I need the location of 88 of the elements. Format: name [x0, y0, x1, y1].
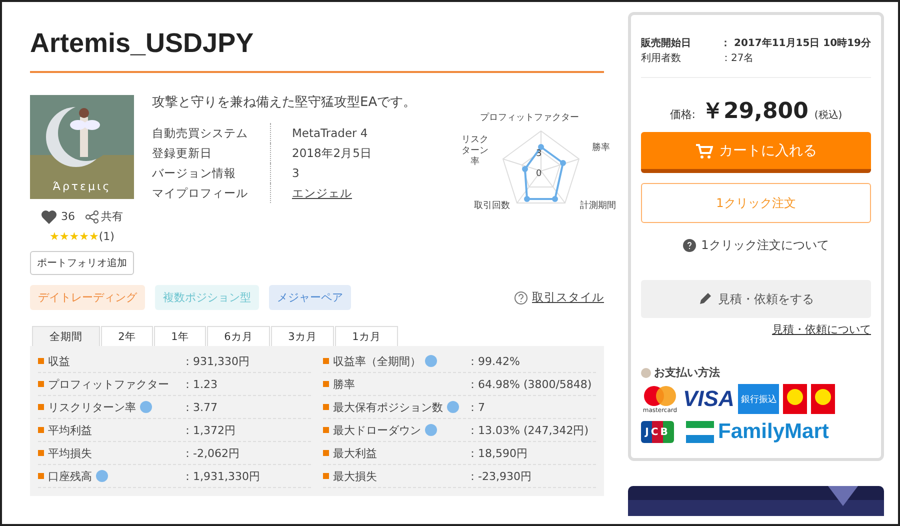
stat-label: 口座残高: [48, 468, 92, 484]
bullet-icon: [38, 473, 44, 479]
quote-request-button[interactable]: 見積・依頼をする: [641, 280, 871, 318]
review-count: (1): [98, 230, 114, 243]
bullet-icon: [641, 368, 651, 378]
info-label: 登録更新日: [152, 146, 213, 161]
axis-label: 取引回数: [474, 201, 510, 212]
add-portfolio-button[interactable]: ポートフォリオ追加: [30, 251, 134, 275]
axis-label: リスクターン率: [460, 135, 490, 168]
trade-style-link[interactable]: 取引スタイル: [514, 290, 604, 305]
bullet-icon: [38, 381, 44, 387]
image-caption: Άρτεμις: [52, 180, 112, 193]
pen-icon: [698, 292, 712, 306]
stat-value: ：99.42%: [467, 354, 520, 368]
bullet-icon: [323, 427, 329, 433]
stat-value: ：1,372円: [182, 422, 236, 438]
bullet-icon: [38, 404, 44, 410]
info-label: 自動売買システム: [152, 126, 249, 141]
stat-label: 最大保有ポジション数: [333, 400, 443, 414]
bullet-icon: [323, 381, 329, 387]
axis-label: 勝率: [592, 143, 610, 154]
bullet-icon: [323, 404, 329, 410]
stat-label: 最大損失: [333, 468, 377, 484]
stat-label: 収益率（全期間）: [333, 354, 421, 368]
period-tab[interactable]: 6カ月: [207, 326, 270, 346]
info-value: 3: [292, 166, 300, 180]
period-tab[interactable]: 2年: [101, 326, 153, 346]
share-icon[interactable]: [85, 210, 99, 224]
visa-logo: VISA: [683, 386, 734, 412]
bullet-icon: [323, 358, 329, 364]
price-label: 価格:: [670, 107, 696, 122]
info-value: 2018年2月5日: [292, 146, 372, 161]
period-tab[interactable]: 1カ月: [335, 326, 398, 346]
page-title: Artemis_USDJPY: [30, 28, 604, 73]
stat-value: ：3.77: [182, 400, 218, 414]
bullet-icon: [323, 450, 329, 456]
heart-icon[interactable]: [41, 210, 57, 224]
price: ￥29,800: [702, 98, 808, 126]
bank-transfer-logo: 銀行振込: [738, 384, 780, 414]
axis-label: 計測期間: [580, 201, 616, 212]
bullet-icon: [38, 427, 44, 433]
stat-label: 収益: [48, 354, 70, 368]
familymart-logo: FamilyMart: [718, 420, 829, 444]
meta-value: ： 2017年11月15日 10時19分: [720, 36, 871, 50]
star-rating: ★★★★★(1): [50, 230, 114, 243]
tax-note: (税込): [814, 108, 842, 122]
meta-label: 販売開始日: [641, 36, 692, 50]
meta-value: ：27名: [721, 52, 754, 64]
stat-value: ：931,330円: [182, 354, 250, 368]
info-label: バージョン情報: [152, 166, 237, 181]
like-count: 36: [61, 210, 75, 223]
stat-value: ：-23,930円: [467, 468, 532, 484]
stat-label: プロフィットファクター: [48, 376, 169, 392]
stat-value: ：1,931,330円: [182, 468, 260, 484]
tick-label: 0: [536, 169, 542, 180]
period-tab[interactable]: 1年: [154, 326, 206, 346]
stat-label: 最大利益: [333, 446, 377, 460]
product-description: 攻撃と守りを兼ね備えた堅守猛攻型EAです。: [152, 95, 418, 112]
share-label[interactable]: 共有: [101, 209, 123, 224]
cart-icon: [695, 142, 713, 158]
profile-link[interactable]: エンジェル: [292, 186, 352, 201]
stat-value: ：18,590円: [467, 446, 528, 460]
tick-label: 3: [536, 149, 542, 160]
bullet-icon: [38, 450, 44, 456]
stat-label: 最大ドローダウン: [333, 422, 421, 438]
info-label: マイプロフィール: [152, 186, 249, 201]
meta-label: 利用者数: [641, 52, 682, 64]
bullet-icon: [323, 473, 329, 479]
period-tab[interactable]: 全期間: [32, 326, 100, 346]
axis-label: プロフィットファクター: [480, 113, 579, 124]
stripe-logo-icon: [686, 421, 714, 443]
period-tab[interactable]: 3カ月: [271, 326, 334, 346]
stat-label: リスクリターン率: [48, 400, 136, 414]
stat-value: ：64.98% (3800/5848): [467, 376, 592, 392]
stat-value: ：7: [467, 400, 485, 414]
stat-label: 平均利益: [48, 422, 92, 438]
bullet-icon: [38, 358, 44, 364]
quote-info-link[interactable]: 見積・依頼について: [772, 322, 871, 337]
store-logo-icon: [811, 384, 836, 414]
help-link[interactable]: 1クリック注文について: [701, 237, 829, 254]
stat-label: 勝率: [333, 376, 355, 392]
store-logo-icon: [783, 384, 808, 414]
payment-title: お支払い方法: [654, 365, 720, 380]
stat-value: ：-2,062円: [182, 446, 240, 460]
info-value: MetaTrader 4: [292, 126, 368, 140]
stat-label: 平均損失: [48, 446, 92, 460]
stat-value: ：13.03% (247,342円): [467, 422, 589, 438]
stat-value: ：1.23: [182, 376, 218, 392]
